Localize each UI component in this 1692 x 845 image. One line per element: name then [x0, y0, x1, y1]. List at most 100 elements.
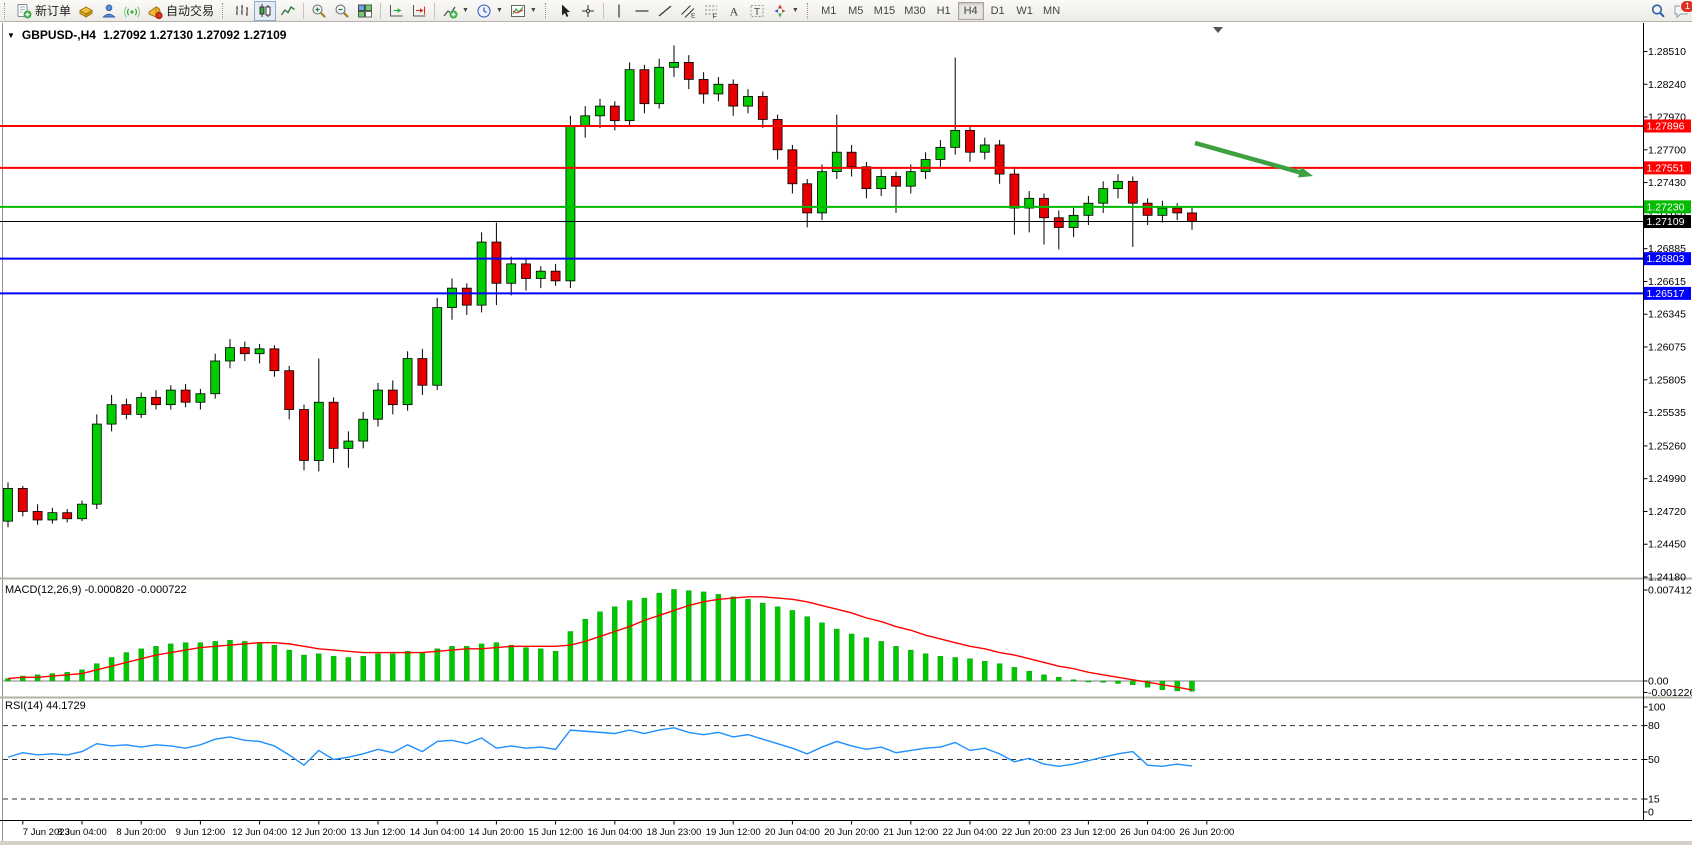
macd-bar: [583, 619, 588, 681]
templates-button[interactable]: ▼: [507, 1, 540, 21]
chart-canvas[interactable]: 1.285101.282401.279701.277001.274301.271…: [0, 0, 1692, 845]
timeframe-group: M1M5M15M30H1H4D1W1MN: [816, 2, 1065, 20]
candle: [270, 345, 279, 377]
macd-bar: [1086, 681, 1091, 682]
price-tick-label: 1.26615: [1648, 276, 1686, 288]
macd-bar: [1027, 671, 1032, 681]
macd-bar: [746, 599, 751, 681]
time-tick-label: 18 Jun 23:00: [647, 827, 702, 838]
time-axis[interactable]: 7 Jun 20238 Jun 04:008 Jun 20:009 Jun 12…: [0, 821, 1692, 839]
arrows-button[interactable]: ▼: [769, 1, 802, 21]
time-tick-label: 20 Jun 04:00: [765, 827, 820, 838]
candle: [211, 354, 220, 399]
text-label-button[interactable]: T: [746, 1, 768, 21]
timeframe-m30-button[interactable]: M30: [900, 2, 929, 20]
macd-bar: [775, 607, 780, 681]
panel-separator[interactable]: [0, 697, 1692, 699]
candle: [640, 65, 649, 114]
macd-bar: [953, 657, 958, 681]
time-tick-label: 21 Jun 12:00: [883, 827, 938, 838]
auto-scroll-button[interactable]: [385, 1, 407, 21]
candle: [773, 115, 782, 160]
candlestick-chart-button[interactable]: [254, 1, 276, 21]
bar-chart-button[interactable]: [231, 1, 253, 21]
search-button[interactable]: [1647, 1, 1669, 21]
macd-bar: [183, 643, 188, 681]
candle: [181, 384, 190, 407]
cursor-icon: [557, 3, 573, 19]
macd-bar: [331, 656, 336, 681]
macd-bar: [790, 610, 795, 681]
market-watch-button[interactable]: [75, 1, 97, 21]
candle: [655, 59, 664, 109]
trend-arrow-annotation[interactable]: [1195, 143, 1313, 178]
trendline-button[interactable]: [654, 1, 676, 21]
notifications-button[interactable]: 1: [1670, 1, 1692, 21]
crosshair-button[interactable]: [577, 1, 599, 21]
svg-text:1.27551: 1.27551: [1647, 162, 1685, 174]
macd-bar: [50, 674, 55, 681]
fibonacci-button[interactable]: F: [700, 1, 722, 21]
time-tick-label: 26 Jun 20:00: [1179, 827, 1234, 838]
periods-button[interactable]: ▼: [473, 1, 506, 21]
macd-bar: [849, 634, 854, 681]
macd-bar: [1042, 675, 1047, 681]
autotrading-button[interactable]: 自动交易: [144, 1, 217, 21]
one-click-trading-toggle-icon[interactable]: ▼: [7, 31, 15, 40]
timeframe-d1-button[interactable]: D1: [985, 2, 1011, 20]
mt4-window: 新订单 自动交易 ▼ ▼ ▼ E F A T ▼: [0, 0, 1692, 845]
dropdown-caret-icon: ▼: [496, 7, 503, 14]
timeframe-m5-button[interactable]: M5: [843, 2, 869, 20]
macd-bar: [879, 641, 884, 681]
candle: [448, 278, 457, 319]
cursor-button[interactable]: [554, 1, 576, 21]
equidistant-channel-button[interactable]: E: [677, 1, 699, 21]
notification-badge: 1: [1680, 0, 1692, 13]
toolbar-separator: [603, 3, 604, 19]
timeframe-h1-button[interactable]: H1: [931, 2, 957, 20]
candle: [1084, 196, 1093, 225]
rsi-axis-label: 80: [1648, 720, 1660, 732]
candle: [995, 140, 1004, 184]
macd-bar: [686, 591, 691, 681]
candle: [758, 92, 767, 128]
tile-windows-button[interactable]: [354, 1, 376, 21]
chart-shift-marker[interactable]: [1213, 27, 1223, 33]
horizontal-line-button[interactable]: [631, 1, 653, 21]
auto-scroll-icon: [388, 3, 404, 19]
macd-bar: [538, 649, 543, 681]
panel-separator[interactable]: [0, 578, 1692, 580]
macd-bar: [154, 646, 159, 681]
macd-bar: [612, 607, 617, 681]
text-button[interactable]: A: [723, 1, 745, 21]
timeframe-mn-button[interactable]: MN: [1039, 2, 1065, 20]
time-tick-label: 8 Jun 04:00: [57, 827, 107, 838]
timeframe-w1-button[interactable]: W1: [1012, 2, 1038, 20]
timeframe-m1-button[interactable]: M1: [816, 2, 842, 20]
new-order-button[interactable]: 新订单: [13, 1, 74, 21]
price-badge: 1.27230: [1644, 200, 1691, 213]
macd-bar: [450, 646, 455, 681]
line-chart-button[interactable]: [277, 1, 299, 21]
data-window-button[interactable]: [98, 1, 120, 21]
chart-shift-button[interactable]: [408, 1, 430, 21]
candle: [403, 351, 412, 410]
price-axis[interactable]: 1.285101.282401.279701.277001.274301.271…: [1644, 23, 1692, 820]
timeframe-m15-button[interactable]: M15: [870, 2, 899, 20]
price-badge: 1.27551: [1644, 161, 1691, 174]
timeframe-h4-button[interactable]: H4: [958, 2, 984, 20]
macd-bar: [109, 657, 114, 681]
zoom-in-button[interactable]: [308, 1, 330, 21]
macd-bar: [1130, 681, 1135, 685]
arrows-icon: [772, 3, 788, 19]
candle: [684, 55, 693, 89]
candle: [1054, 210, 1063, 249]
zoom-out-button[interactable]: [331, 1, 353, 21]
price-tick-label: 1.25260: [1648, 440, 1686, 452]
macd-bar: [168, 644, 173, 681]
dropdown-caret-icon: ▼: [462, 7, 469, 14]
indicators-button[interactable]: ▼: [439, 1, 472, 21]
signals-button[interactable]: [121, 1, 143, 21]
vertical-line-button[interactable]: [608, 1, 630, 21]
candle: [566, 116, 575, 288]
